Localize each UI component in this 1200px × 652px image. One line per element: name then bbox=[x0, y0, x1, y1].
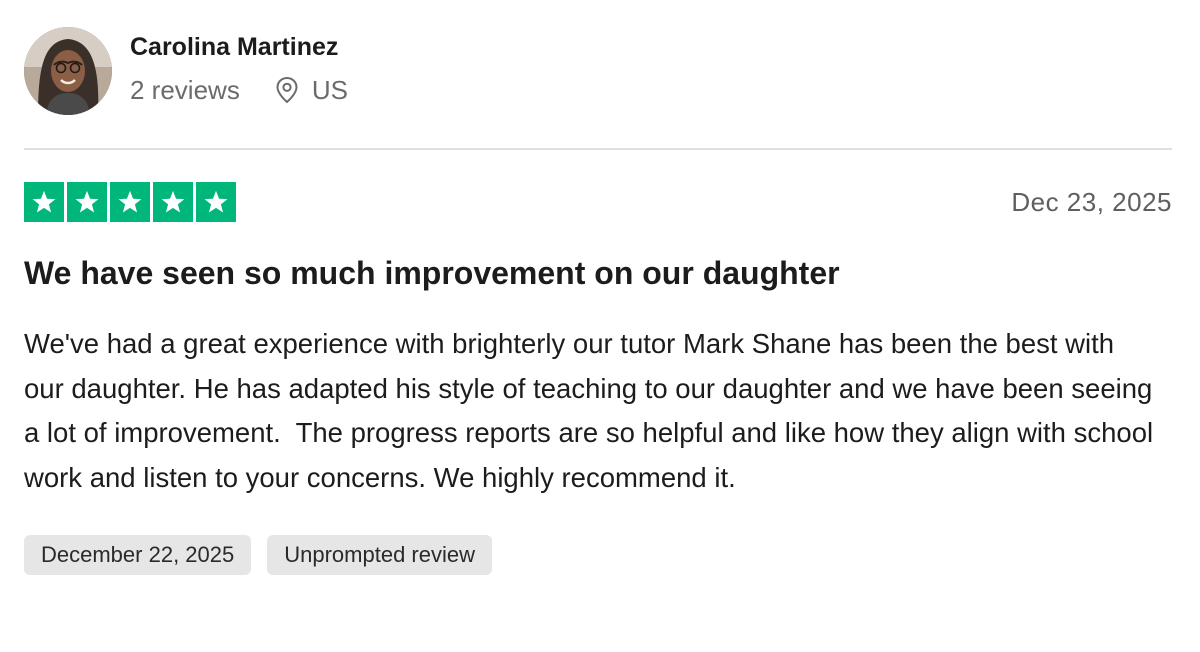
header-divider bbox=[24, 148, 1172, 150]
star-rating bbox=[24, 182, 236, 222]
review-title[interactable]: We have seen so much improvement on our … bbox=[24, 253, 1172, 293]
reviewer-location: US bbox=[311, 75, 348, 105]
review-body: We've had a great experience with bright… bbox=[24, 328, 1161, 493]
star-icon bbox=[153, 182, 193, 222]
star-icon bbox=[110, 182, 150, 222]
review-card: Carolina Martinez 2 reviews US Dec 23, 2… bbox=[24, 26, 1172, 575]
experience-date-tag: December 22, 2025 bbox=[24, 535, 252, 575]
reviews-count: 2 reviews bbox=[130, 75, 240, 105]
star-icon bbox=[24, 182, 64, 222]
reviewer-header: Carolina Martinez 2 reviews US bbox=[24, 26, 1172, 116]
avatar-photo bbox=[24, 27, 112, 115]
rating-row: Dec 23, 2025 bbox=[24, 181, 1172, 223]
reviewer-name[interactable]: Carolina Martinez bbox=[130, 31, 348, 63]
star-icon bbox=[67, 182, 107, 222]
star-icon bbox=[196, 182, 236, 222]
reviewer-meta: 2 reviews US bbox=[130, 73, 348, 107]
location-pin-icon bbox=[274, 75, 300, 105]
reviewer-info: Carolina Martinez 2 reviews US bbox=[130, 33, 348, 107]
review-date: Dec 23, 2025 bbox=[1011, 186, 1172, 217]
review-tags: December 22, 2025 Unprompted review bbox=[24, 535, 1172, 575]
review-type-tag[interactable]: Unprompted review bbox=[267, 535, 492, 575]
avatar[interactable] bbox=[24, 27, 112, 115]
